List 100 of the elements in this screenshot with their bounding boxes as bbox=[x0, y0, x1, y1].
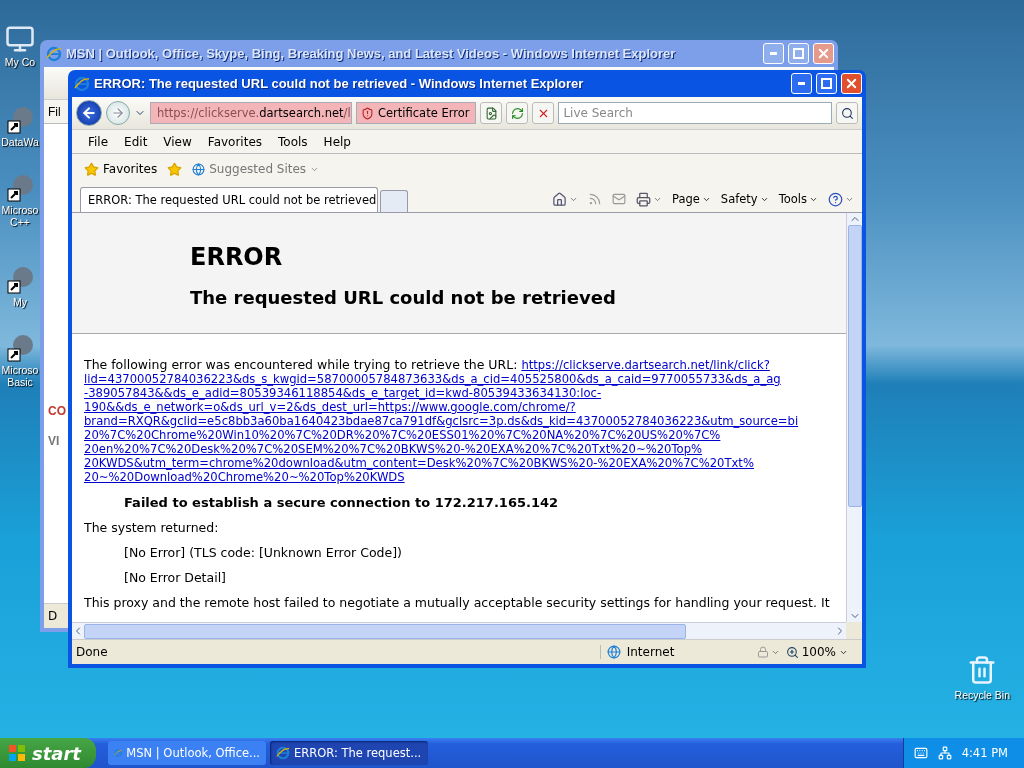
url-link[interactable]: 20KWDS&utm_term=chrome%20download&utm_content=Desk%20%7C%20BKWS%20-%20EXA%20%7C%20Txt% bbox=[84, 456, 754, 470]
close-button[interactable] bbox=[841, 73, 862, 94]
menu-item[interactable]: Favorites bbox=[199, 134, 271, 149]
status-text: D bbox=[47, 609, 59, 623]
explanation-text: This proxy and the remote host failed to negotiate a mutually acceptable security settings for handling your request. It bbox=[84, 596, 831, 610]
system-returned-label: The system returned: bbox=[84, 521, 220, 535]
vertical-scrollbar[interactable] bbox=[846, 213, 862, 622]
home-icon bbox=[552, 191, 567, 207]
browser-logo-icon bbox=[46, 45, 62, 62]
help-icon bbox=[828, 191, 843, 207]
close-icon bbox=[816, 46, 831, 61]
desktop-icon-label: My Co bbox=[4, 56, 36, 68]
lock-icon bbox=[756, 646, 769, 658]
menu-item[interactable]: Tools bbox=[270, 134, 316, 149]
search-field[interactable]: Live Search bbox=[558, 102, 832, 124]
stop-button[interactable] bbox=[532, 102, 555, 124]
shortcut-icon[interactable] bbox=[6, 106, 34, 134]
security-zone-text: Internet bbox=[626, 645, 675, 659]
minimize-button[interactable] bbox=[763, 43, 784, 64]
mail-button[interactable] bbox=[612, 192, 626, 206]
desktop-icon-label: Microso C++ bbox=[1, 204, 39, 228]
error-detail: [No Error Detail] bbox=[124, 571, 227, 585]
print-button[interactable] bbox=[636, 191, 662, 207]
command-menu-button[interactable]: Safety bbox=[720, 192, 769, 206]
search-button[interactable] bbox=[836, 102, 858, 124]
desktop-icon-label: DataWa bbox=[1, 136, 39, 148]
shield-icon bbox=[361, 106, 374, 120]
menu-item[interactable]: View bbox=[155, 134, 200, 149]
close-icon bbox=[844, 76, 859, 91]
url-link[interactable]: -389057843&&ds_e_adid=80539346118854&ds_e_target_id=kwd-80539433634130:loc- bbox=[84, 386, 602, 400]
desktop-icon-label: Recycle Bin bbox=[954, 689, 1010, 701]
clock: 4:41 PM bbox=[961, 746, 1008, 760]
url-link[interactable]: https://clickserve.dartsearch.net/link/click? bbox=[521, 358, 770, 372]
printer-icon bbox=[636, 191, 651, 207]
failure-message: Failed to establish a secure connection to 172.217.165.142 bbox=[124, 496, 560, 510]
address-field[interactable]: https://clickserve.dartsearch.net/l bbox=[150, 102, 352, 124]
browser-tab[interactable]: ERROR: The requested URL could not be retrieved bbox=[80, 187, 378, 212]
error-detail: [No Error] (TLS code: [Unknown Error Code]) bbox=[124, 546, 403, 560]
nav-text: VI bbox=[48, 434, 60, 448]
minimize-icon bbox=[770, 52, 777, 55]
maximize-button[interactable] bbox=[788, 43, 809, 64]
favorites-button[interactable]: Favorites bbox=[80, 161, 162, 177]
headline-text: CO bbox=[48, 404, 66, 418]
menu-item[interactable]: Fil bbox=[48, 104, 61, 119]
home-button[interactable] bbox=[552, 191, 578, 207]
star-icon bbox=[84, 161, 99, 177]
shortcut-icon[interactable] bbox=[6, 334, 34, 362]
taskbar-item[interactable]: MSN | Outlook, Office... bbox=[108, 741, 266, 765]
status-text: Done bbox=[75, 645, 109, 659]
suggested-sites-button[interactable]: Suggested Sites bbox=[188, 162, 324, 176]
globe-icon bbox=[192, 162, 206, 176]
arrow-right-icon bbox=[111, 106, 125, 120]
new-tab-button[interactable] bbox=[380, 190, 408, 212]
minimize-icon bbox=[798, 82, 805, 85]
computer-icon[interactable] bbox=[5, 24, 35, 54]
url-link[interactable]: 20%7C%20Chrome%20Win10%20%7C%20DR%20%7C%20ESS01%20%7C%20NA%20%7C%20US%20%7C% bbox=[84, 428, 721, 442]
close-button[interactable] bbox=[813, 43, 834, 64]
maximize-icon bbox=[821, 78, 832, 89]
error-intro-text: The following error was encountered while trying to retrieve the URL: bbox=[84, 358, 518, 372]
url-link[interactable]: brand=RXQR&gclid=e5c8bb3a60ba1640423bdae87ca791df&gclsrc=3p.ds&ds_kid=43700052784036223&utm_source=bi bbox=[84, 414, 799, 428]
search-icon bbox=[840, 106, 854, 120]
refresh-icon bbox=[510, 106, 524, 120]
command-menu-button[interactable]: Tools bbox=[778, 192, 818, 206]
protected-mode-button[interactable] bbox=[756, 646, 780, 658]
horizontal-scrollbar[interactable] bbox=[72, 622, 846, 639]
shortcut-icon[interactable] bbox=[6, 174, 34, 202]
certificate-error-button[interactable]: Certificate Error bbox=[356, 102, 477, 124]
url-link[interactable]: lid=43700052784036223&ds_s_kwgid=58700005784873633&ds_a_cid=405525800&ds_a_caid=9770055733&ds_a_ag bbox=[84, 372, 781, 386]
maximize-icon bbox=[793, 48, 804, 59]
mail-icon bbox=[612, 192, 626, 206]
maximize-button[interactable] bbox=[816, 73, 837, 94]
url-link[interactable]: 190&&ds_e_network=o&ds_url_v=2&ds_dest_url=https://www.google.com/chrome/? bbox=[84, 400, 576, 414]
compatibility-view-button[interactable] bbox=[480, 102, 503, 124]
browser-logo-icon bbox=[276, 746, 290, 760]
network-icon[interactable] bbox=[937, 746, 952, 760]
zoom-button[interactable]: 100% bbox=[779, 645, 862, 659]
add-favorite-icon[interactable] bbox=[167, 161, 183, 177]
keyboard-icon[interactable] bbox=[913, 746, 928, 760]
menu-item[interactable]: File bbox=[80, 134, 117, 149]
window-title: ERROR: The requested URL could not be retrieved - Windows Internet Explorer bbox=[94, 76, 585, 91]
refresh-button[interactable] bbox=[506, 102, 529, 124]
desktop-icon-label: Microso Basic bbox=[1, 364, 39, 388]
minimize-button[interactable] bbox=[791, 73, 812, 94]
page-icon bbox=[484, 106, 498, 120]
feeds-button[interactable] bbox=[588, 192, 602, 206]
command-menu-button[interactable]: Page bbox=[672, 192, 711, 206]
help-button[interactable] bbox=[828, 191, 854, 207]
start-button[interactable]: start bbox=[0, 738, 96, 768]
flag-icon bbox=[8, 744, 26, 762]
url-link[interactable]: 20en%20%7C%20Desk%20%7C%20SEM%20%7C%20BKWS%20-%20EXA%20%7C%20Txt%20~%20Top% bbox=[84, 442, 703, 456]
menu-item[interactable]: Edit bbox=[116, 134, 156, 149]
menu-item[interactable]: Help bbox=[315, 134, 359, 149]
taskbar-item[interactable]: ERROR: The request... bbox=[270, 741, 428, 765]
globe-icon bbox=[606, 645, 621, 659]
shortcut-icon[interactable] bbox=[6, 266, 34, 294]
error-subheading: The requested URL could not be retrieved bbox=[190, 287, 617, 309]
error-heading: ERROR bbox=[190, 243, 284, 271]
browser-logo-icon bbox=[74, 75, 90, 92]
back-button[interactable] bbox=[76, 100, 102, 126]
url-link[interactable]: 20~%20Download%20Chrome%20~%20Top%20KWDS bbox=[84, 470, 405, 484]
